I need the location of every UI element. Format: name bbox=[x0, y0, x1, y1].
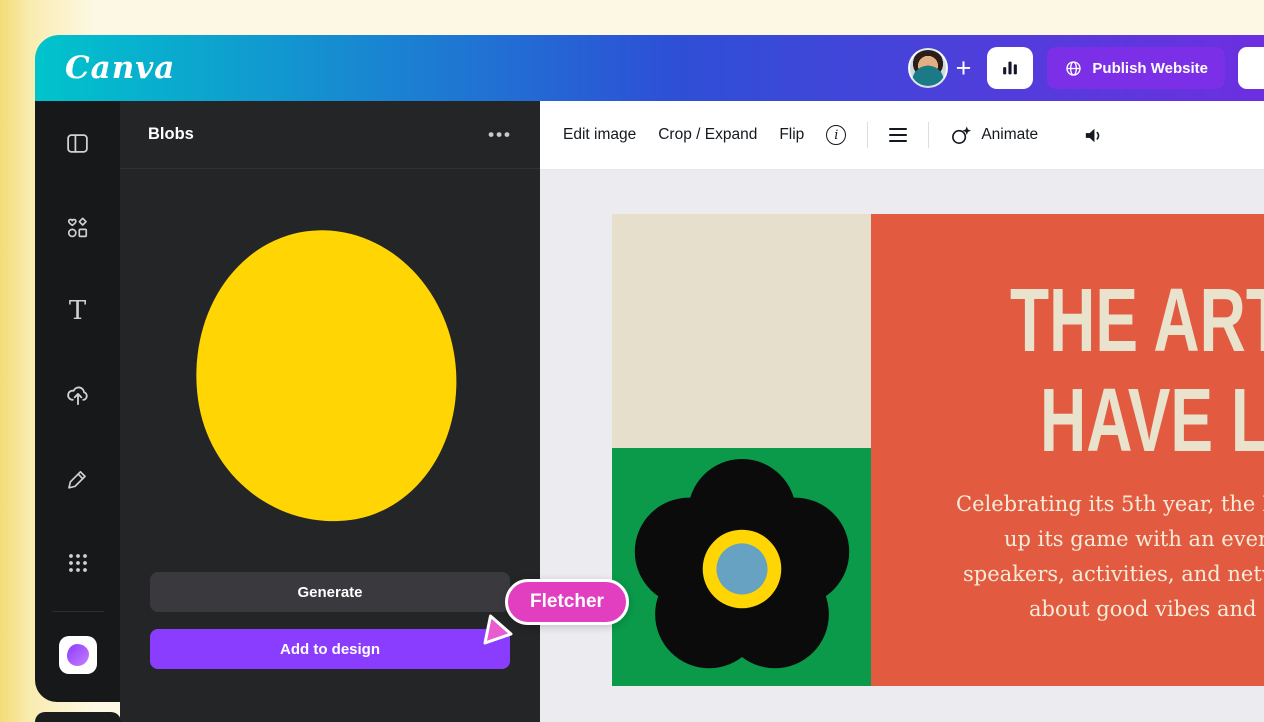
sidebar-item-apps[interactable] bbox=[35, 521, 120, 605]
panel-header: Blobs ••• bbox=[120, 101, 540, 169]
design-icon bbox=[65, 131, 90, 156]
sidebar-item-draw[interactable] bbox=[35, 437, 120, 521]
position-button[interactable] bbox=[878, 120, 918, 151]
flower-graphic[interactable] bbox=[634, 459, 850, 675]
sidebar-item-uploads[interactable] bbox=[35, 353, 120, 437]
design-block-beige[interactable] bbox=[612, 214, 871, 448]
collaborator-name-tag: Fletcher bbox=[505, 579, 629, 625]
apps-icon bbox=[66, 551, 90, 575]
toolbar-divider bbox=[867, 122, 868, 148]
headline-line-1[interactable]: THE ART bbox=[1010, 276, 1264, 366]
text-icon: T bbox=[69, 298, 86, 324]
animate-button[interactable]: Animate bbox=[939, 116, 1049, 155]
draw-icon bbox=[65, 467, 90, 492]
blobs-app-button[interactable] bbox=[59, 636, 97, 674]
generate-button[interactable]: Generate bbox=[150, 572, 510, 612]
background-window-peek bbox=[35, 712, 121, 722]
body-text-line[interactable]: up its game with an even bigger bbox=[1004, 527, 1264, 551]
headline-line-2[interactable]: HAVE LAN bbox=[1040, 376, 1264, 466]
publish-label: Publish Website bbox=[1092, 60, 1208, 77]
volume-button[interactable] bbox=[1071, 116, 1116, 155]
flip-button[interactable]: Flip bbox=[768, 118, 815, 152]
avatar[interactable] bbox=[908, 48, 948, 88]
more-options-icon[interactable]: ••• bbox=[488, 125, 512, 145]
canva-logo: Canva bbox=[65, 50, 175, 86]
blobs-app-icon bbox=[67, 644, 89, 666]
top-bar: Canva + bbox=[35, 35, 1264, 101]
info-button[interactable]: i bbox=[815, 117, 857, 153]
toolbar-divider bbox=[928, 122, 929, 148]
design-canvas[interactable]: THE ART HAVE LAN Celebrating its 5th yea… bbox=[540, 170, 1264, 722]
analytics-icon bbox=[999, 57, 1021, 79]
editor-toolbar: Edit image Crop / Expand Flip i Animate bbox=[540, 101, 1264, 170]
animate-sparkle-icon bbox=[950, 124, 973, 147]
blobs-panel: Blobs ••• Generate Add to design bbox=[120, 101, 540, 722]
position-icon bbox=[889, 128, 907, 143]
topbar-actions: + Publish Web bbox=[908, 47, 1264, 89]
add-people-button[interactable]: + bbox=[956, 55, 972, 82]
body-text-line[interactable]: Celebrating its 5th year, the Beecht bbox=[956, 492, 1264, 516]
add-to-design-button[interactable]: Add to design bbox=[150, 629, 510, 669]
body-text-line[interactable]: about good vibes and creati bbox=[1029, 597, 1264, 621]
crop-expand-button[interactable]: Crop / Expand bbox=[647, 118, 768, 152]
sidebar-rail: T bbox=[35, 101, 120, 702]
body-text-line[interactable]: speakers, activities, and networkin bbox=[963, 562, 1264, 586]
analytics-button[interactable] bbox=[987, 47, 1033, 89]
elements-icon bbox=[65, 215, 90, 240]
volume-icon bbox=[1082, 124, 1105, 147]
info-icon: i bbox=[826, 125, 846, 145]
canva-app-window: Canva + bbox=[35, 35, 1264, 722]
panel-title: Blobs bbox=[148, 125, 194, 144]
animate-label: Animate bbox=[981, 126, 1038, 144]
sidebar-item-elements[interactable] bbox=[35, 185, 120, 269]
sidebar-item-text[interactable]: T bbox=[35, 269, 120, 353]
generated-blob-preview[interactable] bbox=[177, 213, 475, 538]
sidebar-item-design[interactable] bbox=[35, 101, 120, 185]
uploads-icon bbox=[65, 382, 91, 408]
rail-divider bbox=[52, 611, 104, 612]
edit-image-button[interactable]: Edit image bbox=[552, 118, 647, 152]
publish-website-button[interactable]: Publish Website bbox=[1047, 47, 1225, 89]
publish-icon bbox=[1064, 59, 1083, 78]
share-button-partial[interactable] bbox=[1238, 47, 1264, 89]
